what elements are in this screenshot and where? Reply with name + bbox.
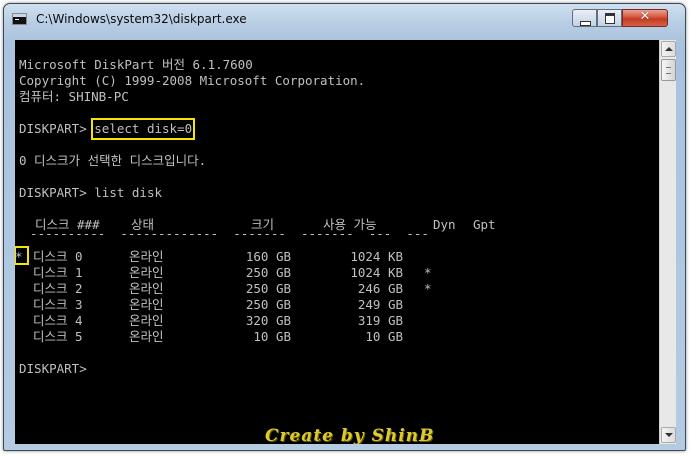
disk-status: 온라인 (129, 313, 164, 328)
banner-line-2: Copyright (C) 1999-2008 Microsoft Corpor… (19, 73, 366, 88)
disk-free: 246 GB (357, 281, 403, 296)
close-icon: ✕ (639, 9, 651, 24)
row-marker (15, 281, 23, 297)
column-separator: ---------- ------------- ------- -------… (15, 226, 429, 241)
column-header-dyn: Dyn (433, 217, 456, 232)
disk-status: 온라인 (129, 265, 164, 280)
disk-name: 디스크 5 (33, 329, 83, 344)
scroll-thumb[interactable] (661, 59, 676, 81)
disk-name: 디스크 4 (33, 313, 83, 328)
disk-free: 249 GB (357, 297, 403, 312)
disk-dyn: * (424, 281, 432, 296)
disk-status: 온라인 (129, 329, 164, 344)
disk-name: 디스크 3 (33, 297, 83, 312)
disk-size: 320 GB (245, 313, 291, 328)
disk-name: 디스크 2 (33, 281, 83, 296)
column-header-gpt: Gpt (473, 217, 496, 232)
disk-free: 1024 KB (350, 265, 403, 280)
row-marker (15, 329, 23, 345)
disk-free: 10 GB (365, 329, 403, 344)
disk-free: 1024 KB (350, 249, 403, 264)
disk-status: 온라인 (129, 249, 164, 264)
select-result: 0 디스크가 선택한 디스크입니다. (19, 153, 207, 168)
disk-size: 160 GB (245, 249, 291, 264)
disk-status: 온라인 (129, 281, 164, 296)
disk-size: 10 GB (253, 329, 291, 344)
watermark: Create by ShinB (265, 426, 435, 444)
row-marker (15, 265, 23, 281)
disk-name: 디스크 0 (33, 249, 83, 264)
minimize-icon (580, 21, 591, 26)
close-button[interactable]: ✕ (622, 9, 668, 27)
disk-size: 250 GB (245, 265, 291, 280)
disk-free: 319 GB (357, 313, 403, 328)
disk-dyn: * (424, 265, 432, 280)
disk-size: 250 GB (245, 281, 291, 296)
scroll-up-arrow-icon[interactable] (661, 41, 676, 57)
row-marker (15, 297, 23, 313)
minimize-button[interactable] (572, 9, 597, 27)
window-title: C:\Windows\system32\diskpart.exe (36, 12, 247, 26)
banner-line-3: 컴퓨터: SHINB-PC (19, 89, 129, 104)
select-command: select disk=0 (91, 118, 196, 140)
prompt: DISKPART> (19, 185, 95, 200)
console-app-icon[interactable] (12, 13, 27, 25)
list-command-line: DISKPART> list disk (19, 185, 162, 201)
selected-disk-highlight (15, 246, 29, 265)
disk-name: 디스크 1 (33, 265, 83, 280)
vertical-scrollbar[interactable] (659, 40, 676, 444)
title-bar[interactable]: C:\Windows\system32\diskpart.exe ✕ (4, 4, 685, 34)
row-marker (15, 313, 23, 329)
maximize-button[interactable] (597, 9, 622, 27)
list-command: list disk (94, 185, 162, 200)
maximize-icon (605, 13, 615, 24)
disk-status: 온라인 (129, 297, 164, 312)
final-prompt: DISKPART> (19, 361, 95, 376)
console-window: C:\Windows\system32\diskpart.exe ✕ Micro… (3, 3, 686, 451)
select-command-line: DISKPART> select disk=0 (19, 118, 196, 140)
prompt: DISKPART> (19, 121, 95, 136)
disk-size: 250 GB (245, 297, 291, 312)
console-output[interactable]: Microsoft DiskPart 버전 6.1.7600 Copyright… (15, 40, 659, 444)
scroll-down-arrow-icon[interactable] (661, 427, 676, 443)
banner-line-1: Microsoft DiskPart 버전 6.1.7600 (19, 57, 253, 72)
